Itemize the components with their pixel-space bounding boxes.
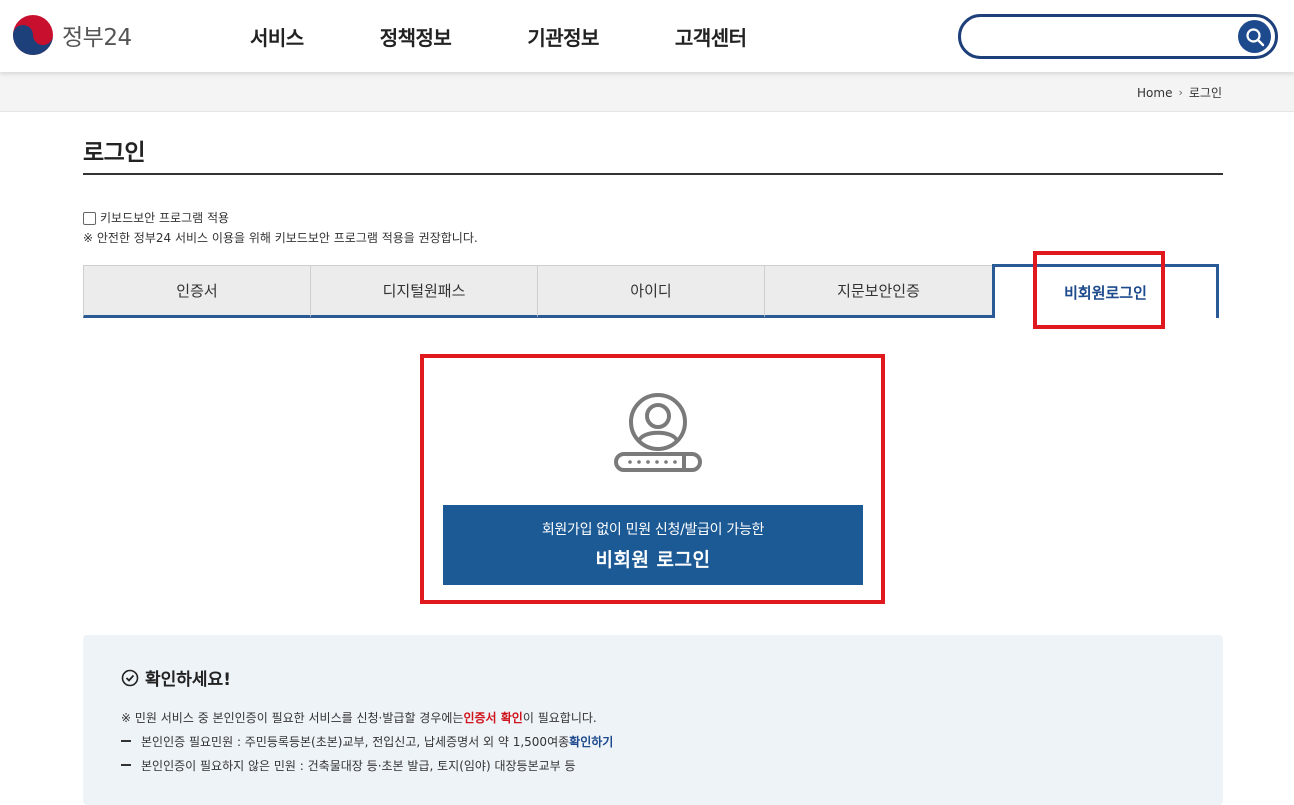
keyboard-security: 키보드보안 프로그램 적용 ※ 안전한 정부24 서비스 이용을 위해 키보드보… [83,208,478,248]
notice-lines: ※ 민원 서비스 중 본인인증이 필요한 서비스를 신청·발급할 경우에는 인증… [121,705,613,777]
breadcrumb-current: 로그인 [1188,86,1222,100]
search-box [958,14,1278,59]
nav-policy-info[interactable]: 정책정보 [380,22,452,51]
nav-agency-info[interactable]: 기관정보 [527,22,599,51]
guest-login-card: 회원가입 없이 민원 신청/발급이 가능한 비회원 로그인 [420,354,885,604]
dash-icon [121,764,131,766]
main-nav: 서비스 정책정보 기관정보 고객센터 [250,22,823,51]
guest-login-button[interactable]: 회원가입 없이 민원 신청/발급이 가능한 비회원 로그인 [443,505,863,585]
taegeuk-logo-icon [13,15,53,55]
guest-login-label: 비회원 로그인 [595,548,711,571]
notice-line: ※ 민원 서비스 중 본인인증이 필요한 서비스를 신청·발급할 경우에는 인증… [121,705,613,729]
notice-line1-text: ※ 민원 서비스 중 본인인증이 필요한 서비스를 신청·발급할 경우에는 [121,710,464,725]
search-button[interactable] [1238,20,1271,53]
keyboard-security-note: ※ 안전한 정부24 서비스 이용을 위해 키보드보안 프로그램 적용을 권장합… [83,231,478,245]
search-input[interactable] [977,25,1227,49]
breadcrumb-bar: Home › 로그인 [0,72,1294,112]
confirm-link[interactable]: 확인하기 [569,733,613,750]
notice-line: 본인인증 필요민원 : 주민등록등본(초본)교부, 전입신고, 납세증명서 외 … [121,729,613,753]
tab-digital-onepass[interactable]: 디지털원패스 [310,265,538,318]
tab-fingerprint[interactable]: 지문보안인증 [764,265,993,318]
chevron-right-icon: › [1178,86,1183,99]
site-header: 정부24 서비스 정책정보 기관정보 고객센터 [0,0,1294,72]
notice-line3-text: 본인인증이 필요하지 않은 민원 : 건축물대장 등·초본 발급, 토지(임야)… [141,758,576,773]
site-logo[interactable]: 정부24 [12,14,132,56]
user-password-icon [614,393,702,472]
check-circle-icon [121,669,139,686]
dash-icon [121,740,131,742]
login-tabs: 인증서 디지털원패스 아이디 지문보안인증 비회원로그인 [83,264,1223,319]
notice-line1-suffix: 이 필요합니다. [522,710,597,725]
tab-guest-login[interactable]: 비회원로그인 [992,264,1219,318]
nav-services[interactable]: 서비스 [250,22,304,51]
tab-certificate[interactable]: 인증서 [83,265,311,318]
notice-line1-highlight: 인증서 확인 [463,710,523,725]
tab-id[interactable]: 아이디 [537,265,765,318]
search-icon [1245,27,1264,46]
keyboard-security-label[interactable]: 키보드보안 프로그램 적용 [100,208,229,228]
notice-line: 본인인증이 필요하지 않은 민원 : 건축물대장 등·초본 발급, 토지(임야)… [121,753,613,777]
nav-customer-center[interactable]: 고객센터 [675,22,747,51]
notice-box: 확인하세요! ※ 민원 서비스 중 본인인증이 필요한 서비스를 신청·발급할 … [83,635,1223,805]
title-divider [83,173,1223,175]
notice-line2-text: 본인인증 필요민원 : 주민등록등본(초본)교부, 전입신고, 납세증명서 외 … [141,734,570,749]
guest-login-subtext: 회원가입 없이 민원 신청/발급이 가능한 [541,521,765,538]
notice-title: 확인하세요! [145,670,231,690]
page-title: 로그인 [83,140,145,166]
logo-text: 정부24 [62,25,132,51]
breadcrumb: Home › 로그인 [1137,84,1222,101]
keyboard-security-checkbox[interactable] [83,211,96,225]
breadcrumb-home[interactable]: Home [1137,86,1172,100]
notice-heading: 확인하세요! [121,665,231,690]
